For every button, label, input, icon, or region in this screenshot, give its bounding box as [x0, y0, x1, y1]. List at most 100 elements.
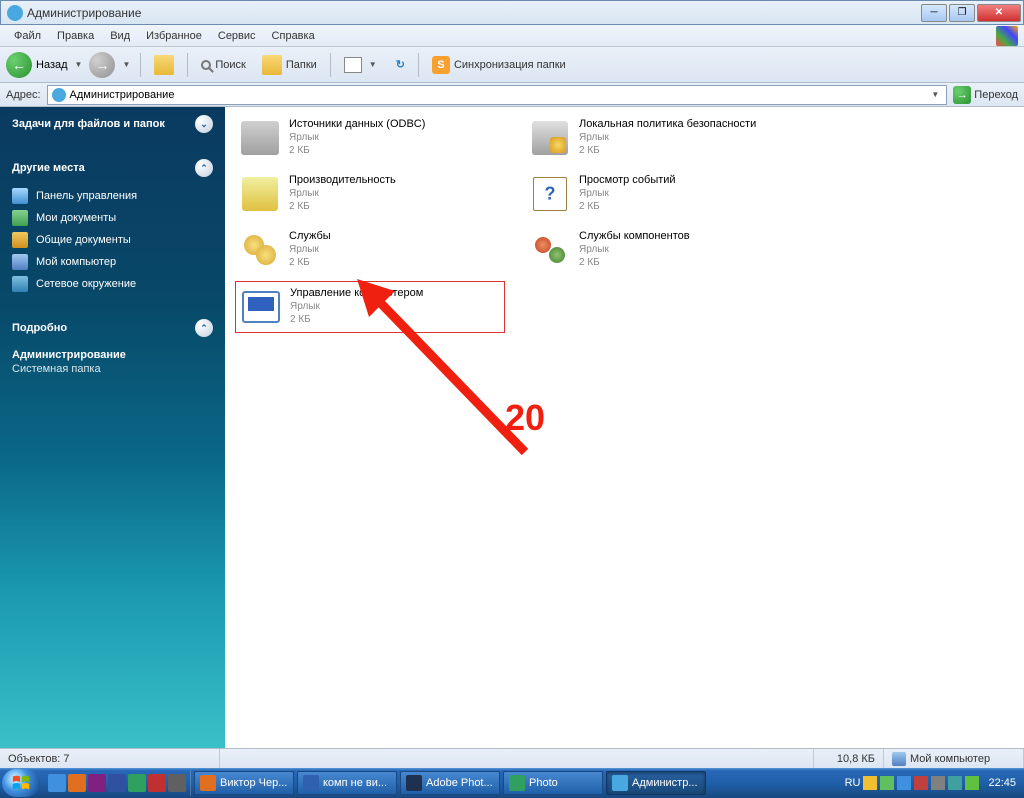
- folders-button[interactable]: Папки: [256, 53, 323, 77]
- file-size: 2 КБ: [289, 256, 331, 269]
- statusbar: Объектов: 7 10,8 КБ Мой компьютер: [0, 748, 1024, 768]
- menu-favorites[interactable]: Избранное: [138, 27, 210, 45]
- sidebar-places-label: Другие места: [12, 162, 85, 174]
- maximize-button[interactable]: ❐: [949, 4, 975, 22]
- task-label: Adobe Phot...: [426, 777, 493, 789]
- file-type: Ярлык: [579, 243, 690, 256]
- chevron-up-icon[interactable]: ⌃: [195, 159, 213, 177]
- computer-icon: [892, 752, 906, 766]
- file-icon: [240, 286, 282, 328]
- app-icon: [7, 5, 23, 21]
- sidebar-tasks-header[interactable]: Задачи для файлов и папок ⌄: [0, 107, 225, 141]
- menu-tools[interactable]: Сервис: [210, 27, 264, 45]
- file-item[interactable]: Управление компьютером Ярлык 2 КБ: [235, 281, 505, 333]
- tray-icon[interactable]: [863, 776, 877, 790]
- sidebar-places-header[interactable]: Другие места ⌃: [0, 151, 225, 185]
- windows-logo-icon[interactable]: [996, 26, 1018, 46]
- clock[interactable]: 22:45: [982, 777, 1016, 789]
- tray-icon[interactable]: [880, 776, 894, 790]
- file-name: Службы: [289, 229, 331, 243]
- ql-firefox-icon[interactable]: [68, 774, 86, 792]
- tray-battery-icon[interactable]: [965, 776, 979, 790]
- file-item[interactable]: Производительность Ярлык 2 КБ: [235, 169, 505, 219]
- go-button[interactable]: → Переход: [953, 86, 1018, 104]
- back-label[interactable]: Назад: [36, 59, 68, 71]
- ql-app-icon[interactable]: [108, 774, 126, 792]
- forward-dropdown-icon[interactable]: ▼: [119, 60, 133, 69]
- file-icon: [239, 229, 281, 271]
- taskbar-item[interactable]: Администр...: [606, 771, 706, 795]
- language-indicator[interactable]: RU: [845, 777, 861, 789]
- address-bar: Адрес: Администрирование ▼ → Переход: [0, 83, 1024, 107]
- tray-icon[interactable]: [914, 776, 928, 790]
- sidebar-item-network[interactable]: Сетевое окружение: [12, 273, 213, 295]
- sidebar-details-header[interactable]: Подробно ⌃: [0, 311, 225, 345]
- tray-icon[interactable]: [897, 776, 911, 790]
- chevron-down-icon[interactable]: ⌄: [195, 115, 213, 133]
- computer-icon: [12, 254, 28, 270]
- file-item[interactable]: Просмотр событий Ярлык 2 КБ: [525, 169, 795, 219]
- address-dropdown-icon[interactable]: ▼: [928, 90, 942, 99]
- search-button[interactable]: Поиск: [195, 57, 251, 73]
- task-label: Photo: [529, 777, 558, 789]
- documents-icon: [12, 210, 28, 226]
- taskbar-item[interactable]: Виктор Чер...: [194, 771, 294, 795]
- sync-label: Синхронизация папки: [454, 59, 566, 71]
- file-type: Ярлык: [290, 300, 423, 313]
- task-label: Виктор Чер...: [220, 777, 287, 789]
- back-button[interactable]: ←: [6, 52, 32, 78]
- forward-button[interactable]: →: [89, 52, 115, 78]
- sidebar-item-control-panel[interactable]: Панель управления: [12, 185, 213, 207]
- file-size: 2 КБ: [579, 200, 676, 213]
- chevron-up-icon[interactable]: ⌃: [195, 319, 213, 337]
- sidebar: Задачи для файлов и папок ⌄ Другие места…: [0, 107, 225, 748]
- titlebar: Администрирование ─ ❐ ✕: [0, 0, 1024, 25]
- ql-ie-icon[interactable]: [48, 774, 66, 792]
- tray-icon[interactable]: [931, 776, 945, 790]
- task-app-icon: [200, 775, 216, 791]
- file-icon: [529, 173, 571, 215]
- file-item[interactable]: Службы компонентов Ярлык 2 КБ: [525, 225, 795, 275]
- network-icon: [12, 276, 28, 292]
- file-item[interactable]: Локальная политика безопасности Ярлык 2 …: [525, 113, 795, 163]
- file-size: 2 КБ: [579, 256, 690, 269]
- address-input[interactable]: Администрирование ▼: [47, 85, 948, 105]
- sidebar-details-label: Подробно: [12, 322, 67, 334]
- taskbar-item[interactable]: Photo: [503, 771, 603, 795]
- sync-button[interactable]: SСинхронизация папки: [426, 54, 572, 76]
- file-name: Службы компонентов: [579, 229, 690, 243]
- file-size: 2 КБ: [289, 200, 396, 213]
- window-title: Администрирование: [27, 6, 919, 20]
- tray-icon[interactable]: [948, 776, 962, 790]
- sidebar-item-my-computer[interactable]: Мой компьютер: [12, 251, 213, 273]
- ql-app-icon[interactable]: [128, 774, 146, 792]
- file-size: 2 КБ: [289, 144, 425, 157]
- start-button[interactable]: [2, 769, 40, 797]
- back-dropdown-icon[interactable]: ▼: [72, 60, 86, 69]
- menu-help[interactable]: Справка: [264, 27, 323, 45]
- close-button[interactable]: ✕: [977, 4, 1021, 22]
- file-type: Ярлык: [579, 187, 676, 200]
- refresh-button[interactable]: ↻: [390, 56, 411, 73]
- ql-app-icon[interactable]: [88, 774, 106, 792]
- views-button[interactable]: ▼: [338, 55, 386, 75]
- ql-app-icon[interactable]: [148, 774, 166, 792]
- taskbar-item[interactable]: Adobe Phot...: [400, 771, 500, 795]
- file-item[interactable]: Службы Ярлык 2 КБ: [235, 225, 505, 275]
- status-location-text: Мой компьютер: [910, 753, 990, 765]
- menu-file[interactable]: Файл: [6, 27, 49, 45]
- menu-edit[interactable]: Правка: [49, 27, 102, 45]
- file-item[interactable]: Источники данных (ODBC) Ярлык 2 КБ: [235, 113, 505, 163]
- sidebar-item-label: Мои документы: [36, 212, 116, 224]
- menu-view[interactable]: Вид: [102, 27, 138, 45]
- file-icon: [529, 117, 571, 159]
- address-icon: [52, 88, 66, 102]
- up-button[interactable]: [148, 53, 180, 77]
- taskbar-item[interactable]: комп не ви...: [297, 771, 397, 795]
- views-icon: [344, 57, 362, 73]
- minimize-button[interactable]: ─: [921, 4, 947, 22]
- sidebar-item-my-documents[interactable]: Мои документы: [12, 207, 213, 229]
- address-value: Администрирование: [70, 89, 175, 101]
- sidebar-item-shared-documents[interactable]: Общие документы: [12, 229, 213, 251]
- ql-show-desktop-icon[interactable]: [168, 774, 186, 792]
